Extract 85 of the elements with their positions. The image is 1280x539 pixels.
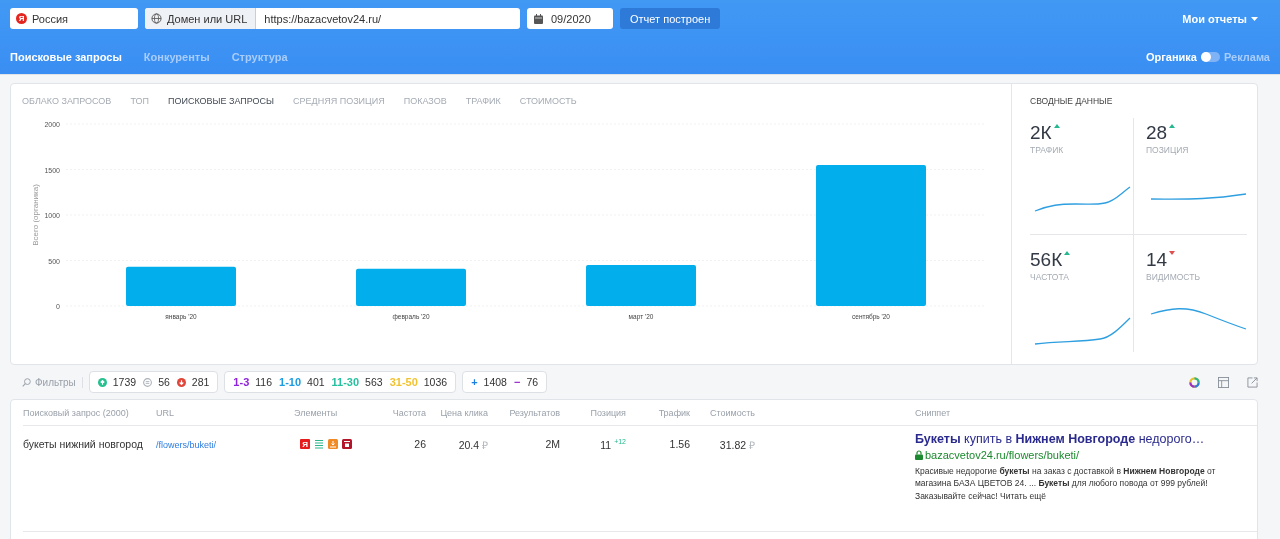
arrow-up-circle-icon: [97, 377, 107, 387]
summary-title: СВОДНЫЕ ДАННЫЕ: [1030, 96, 1114, 106]
metric-label: ПОЗИЦИЯ: [1146, 145, 1190, 155]
metric-label: ЧАСТОТА: [1030, 272, 1070, 282]
snippet-title[interactable]: Букеты купить в Нижнем Новгороде недорого…: [915, 432, 1247, 446]
metric-value: 56К: [1030, 249, 1063, 271]
filter-count[interactable]: 1408: [483, 376, 507, 388]
table-icon[interactable]: [1218, 376, 1229, 388]
search-engine-icon: Я: [16, 13, 27, 24]
nav-tab[interactable]: Структура: [231, 51, 288, 63]
globe-icon: [151, 13, 162, 24]
metric-value: 2К: [1030, 122, 1052, 144]
currency-sign: ₽: [482, 439, 488, 451]
my-reports-menu[interactable]: Мои отчеты: [1182, 12, 1270, 25]
export-icon[interactable]: [1247, 376, 1258, 388]
card-icon: [342, 439, 352, 449]
filter-count[interactable]: 56: [158, 376, 170, 388]
list-lines-icon: [314, 439, 324, 449]
chart-tab[interactable]: СТОИМОСТЬ: [519, 96, 577, 106]
chart-tab[interactable]: ПОИСКОВЫЕ ЗАПРОСЫ: [167, 96, 275, 106]
chart-tab[interactable]: ТОП: [130, 96, 149, 106]
column-header[interactable]: Стоимость: [709, 407, 755, 418]
toggle-label: Органика: [1145, 51, 1197, 63]
filter-count[interactable]: 281: [191, 376, 210, 388]
filter-count[interactable]: 401: [307, 376, 325, 388]
range-label: 31-50: [389, 376, 418, 388]
range-label: 11-30: [331, 376, 360, 388]
metric-value: 28: [1146, 122, 1168, 144]
filter-count[interactable]: 116: [255, 376, 272, 388]
column-header[interactable]: Трафик: [658, 407, 690, 418]
range-label: 1-10: [279, 376, 302, 388]
domain-field[interactable]: Домен или URL https://bazacvetov24.ru/: [145, 8, 520, 29]
domain-value: https://bazacvetov24.ru/: [263, 12, 382, 25]
metric-value: 14: [1146, 249, 1168, 271]
snippet-text: Красивые недорогие букеты на заказ с доставкой в Нижнем Новгороде от магазина БАЗА ЦВЕТОВ 24. ... Букеты для любого повода от 999 рублей! Заказывайте сейчас! Читать ещё: [915, 465, 1217, 502]
column-header[interactable]: Элементы: [294, 407, 338, 418]
field-prefix-label: Домен или URL: [167, 12, 248, 25]
date-field[interactable]: 09/2020: [527, 8, 613, 29]
filter-count[interactable]: 76: [526, 376, 539, 388]
column-header[interactable]: Цена клика: [440, 407, 488, 418]
column-header[interactable]: Позиция: [590, 407, 626, 418]
column-header[interactable]: Частота: [392, 407, 426, 418]
caret-icon: [1251, 16, 1258, 21]
download-tray-icon: [328, 439, 338, 449]
toggle-label: Реклама: [1223, 51, 1270, 63]
y-axis-label: Всего (органика): [31, 184, 40, 246]
price-cell: 20.4: [458, 439, 480, 451]
range-label: 1-3: [233, 376, 250, 388]
column-header[interactable]: Поисковый запрос (2000): [23, 407, 129, 418]
position-cell: 11: [600, 438, 612, 451]
filter-count[interactable]: 1739: [112, 376, 137, 388]
metric-label: ВИДИМОСТЬ: [1146, 272, 1201, 282]
filter-count[interactable]: 1036: [423, 376, 448, 388]
color-ring-icon[interactable]: [1189, 376, 1200, 388]
url-link[interactable]: /flowers/buketi/: [156, 440, 217, 450]
region-field[interactable]: Я Россия: [10, 8, 138, 29]
chart-tab[interactable]: СРЕДНЯЯ ПОЗИЦИЯ: [293, 96, 385, 106]
report-button[interactable]: Отчет построен: [620, 8, 721, 29]
column-header[interactable]: URL: [156, 407, 174, 418]
range-label: −: [513, 376, 521, 388]
chart-tab[interactable]: ТРАФИК: [465, 96, 501, 106]
currency-sign: ₽: [749, 439, 755, 451]
chart-tab[interactable]: ПОКАЗОВ: [403, 96, 447, 106]
calendar-icon: [534, 13, 543, 24]
query-cell: букеты нижний новгород: [23, 438, 143, 450]
chart-tab[interactable]: ОБЛАКО ЗАПРОСОВ: [22, 96, 112, 106]
nav-tab[interactable]: Конкуренты: [143, 51, 210, 63]
frequency-cell: 26: [414, 438, 426, 450]
filters-button[interactable]: Фильтры: [22, 376, 83, 388]
mode-toggle[interactable]: [1200, 52, 1220, 62]
column-header[interactable]: Результатов: [509, 407, 560, 418]
range-label: +: [471, 376, 478, 388]
metric-label: ТРАФИК: [1030, 145, 1065, 155]
nav-tab[interactable]: Поисковые запросы: [10, 51, 122, 63]
traffic-cell: 1.56: [669, 438, 690, 450]
arrow-down-circle-icon: [176, 377, 186, 387]
snippet-url[interactable]: bazacvetov24.ru/flowers/buketi/: [925, 449, 1080, 461]
search-icon: [22, 377, 31, 387]
lock-icon: [915, 450, 923, 460]
equal-circle-icon: [143, 377, 153, 387]
results-cell: 2M: [545, 438, 560, 450]
filter-count[interactable]: 563: [365, 376, 383, 388]
cost-cell: 31.82: [719, 439, 747, 451]
column-header[interactable]: Сниппет: [915, 407, 951, 418]
search-engine-icon: Я: [300, 439, 310, 449]
